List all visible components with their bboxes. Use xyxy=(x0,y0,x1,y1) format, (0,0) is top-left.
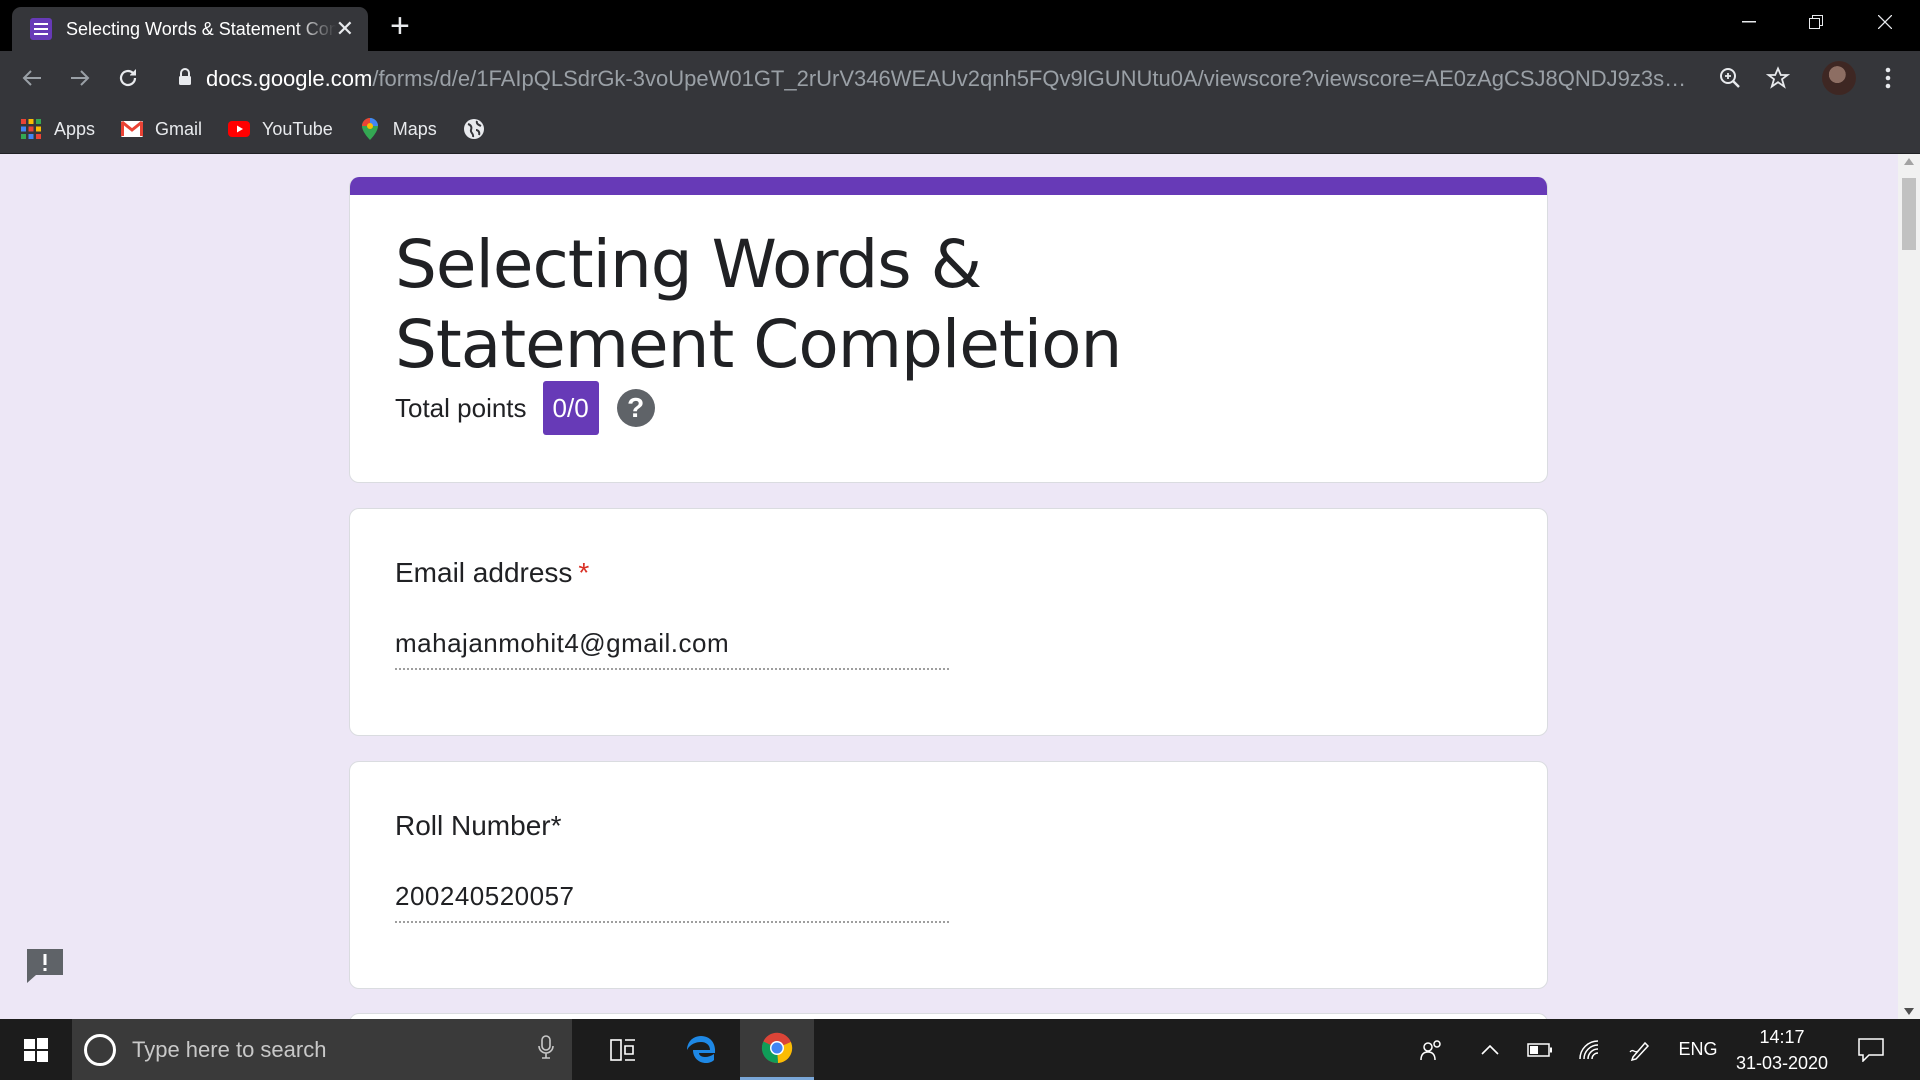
browser-toolbar: docs.google.com /forms/d/e/1FAIpQLSdrGk-… xyxy=(0,51,1920,105)
form-page: Selecting Words & Statement Completion T… xyxy=(0,154,1898,1019)
address-bar[interactable]: docs.google.com /forms/d/e/1FAIpQLSdrGk-… xyxy=(178,63,1698,95)
browser-tab-strip: Selecting Words & Statement Completion ✕… xyxy=(0,0,1920,51)
people-icon[interactable] xyxy=(1410,1019,1454,1080)
windows-start-icon[interactable] xyxy=(0,1019,72,1080)
feedback-icon[interactable] xyxy=(24,947,66,985)
bookmark-label: YouTube xyxy=(262,118,333,139)
bookmark-star-icon[interactable] xyxy=(1762,62,1794,94)
bookmark-gmail[interactable]: Gmail xyxy=(121,118,202,140)
new-tab-icon[interactable]: + xyxy=(390,9,410,43)
bookmark-label: Gmail xyxy=(155,118,203,139)
battery-icon[interactable] xyxy=(1518,1019,1562,1080)
question-title-text: Roll Number* xyxy=(395,810,562,841)
reload-icon[interactable] xyxy=(112,62,144,94)
tab-title: Selecting Words & Statement Completion xyxy=(66,18,336,39)
chevron-up-icon[interactable] xyxy=(1470,1019,1510,1080)
clock-time: 14:17 xyxy=(1759,1026,1805,1047)
bookmark-youtube[interactable]: YouTube xyxy=(228,118,333,140)
active-tab[interactable]: Selecting Words & Statement Completion ✕ xyxy=(12,7,368,51)
more-vertical-icon[interactable] xyxy=(1872,62,1904,94)
question-card-roll-number: Roll Number* 200240520057 xyxy=(349,761,1548,989)
pen-workspace-icon[interactable] xyxy=(1618,1019,1662,1080)
maps-pin-icon xyxy=(359,118,381,140)
back-arrow-icon[interactable] xyxy=(16,62,48,94)
email-answer: mahajanmohit4@gmail.com xyxy=(395,628,949,670)
window-close-button[interactable] xyxy=(1852,0,1918,44)
bookmark-label: Maps xyxy=(392,118,437,139)
youtube-icon xyxy=(228,118,251,140)
bookmark-maps[interactable]: Maps xyxy=(359,118,437,140)
total-points-row: Total points 0/0 ? xyxy=(395,381,655,435)
bookmarks-bar: Apps Gmail YouTube Maps xyxy=(0,105,1920,154)
chrome-browser-icon[interactable] xyxy=(740,1019,814,1080)
scroll-thumb[interactable] xyxy=(1902,178,1916,250)
scroll-down-icon[interactable] xyxy=(1904,1008,1914,1015)
windows-taskbar: Type here to search ENG 14:17 31-03-2020 xyxy=(0,1019,1920,1080)
wifi-icon[interactable] xyxy=(1568,1019,1612,1080)
globe-icon xyxy=(463,118,485,140)
help-icon[interactable]: ? xyxy=(616,389,655,427)
page-title: Selecting Words & Statement Completion xyxy=(395,226,1122,383)
lock-icon xyxy=(178,66,192,92)
url-path: /forms/d/e/1FAIpQLSdrGk-3voUpeW01GT_2rUr… xyxy=(372,66,1698,91)
question-title: Email address * xyxy=(395,557,589,589)
points-badge: 0/0 xyxy=(542,381,599,435)
question-title: Roll Number* xyxy=(395,810,562,842)
notifications-icon[interactable] xyxy=(1846,1019,1896,1080)
task-view-icon[interactable] xyxy=(586,1019,660,1080)
forward-arrow-icon[interactable] xyxy=(64,62,96,94)
bookmark-apps[interactable]: Apps xyxy=(20,118,95,140)
taskbar-clock[interactable]: 14:17 31-03-2020 xyxy=(1730,1019,1834,1080)
url-host: docs.google.com xyxy=(206,66,373,91)
clock-date: 31-03-2020 xyxy=(1735,1052,1829,1073)
profile-avatar[interactable] xyxy=(1822,61,1856,95)
language-indicator[interactable]: ENG xyxy=(1668,1019,1728,1080)
accent-bar xyxy=(350,177,1547,195)
zoom-icon[interactable] xyxy=(1714,62,1746,94)
gmail-icon xyxy=(121,118,144,140)
tab-close-icon[interactable]: ✕ xyxy=(336,18,354,40)
scroll-up-icon[interactable] xyxy=(1904,158,1914,165)
microphone-icon[interactable] xyxy=(538,1035,554,1064)
page-scrollbar[interactable] xyxy=(1898,154,1920,1019)
forms-favicon-icon xyxy=(30,18,52,40)
roll-number-answer: 200240520057 xyxy=(395,881,949,923)
question-card-email: Email address * mahajanmohit4@gmail.com xyxy=(349,508,1548,736)
form-header-card: Selecting Words & Statement Completion T… xyxy=(349,177,1548,483)
window-restore-button[interactable] xyxy=(1783,0,1849,44)
bookmark-globe[interactable] xyxy=(463,118,497,140)
required-asterisk: * xyxy=(578,557,590,588)
cortana-icon xyxy=(84,1033,116,1066)
search-placeholder: Type here to search xyxy=(132,1036,327,1062)
apps-grid-icon xyxy=(20,118,42,140)
bookmark-label: Apps xyxy=(54,118,96,139)
taskbar-search-box[interactable]: Type here to search xyxy=(72,1019,572,1080)
question-title-text: Email address xyxy=(395,557,573,588)
window-minimize-button[interactable] xyxy=(1716,0,1782,44)
points-label: Total points xyxy=(395,392,527,423)
edge-browser-icon[interactable] xyxy=(664,1019,738,1080)
